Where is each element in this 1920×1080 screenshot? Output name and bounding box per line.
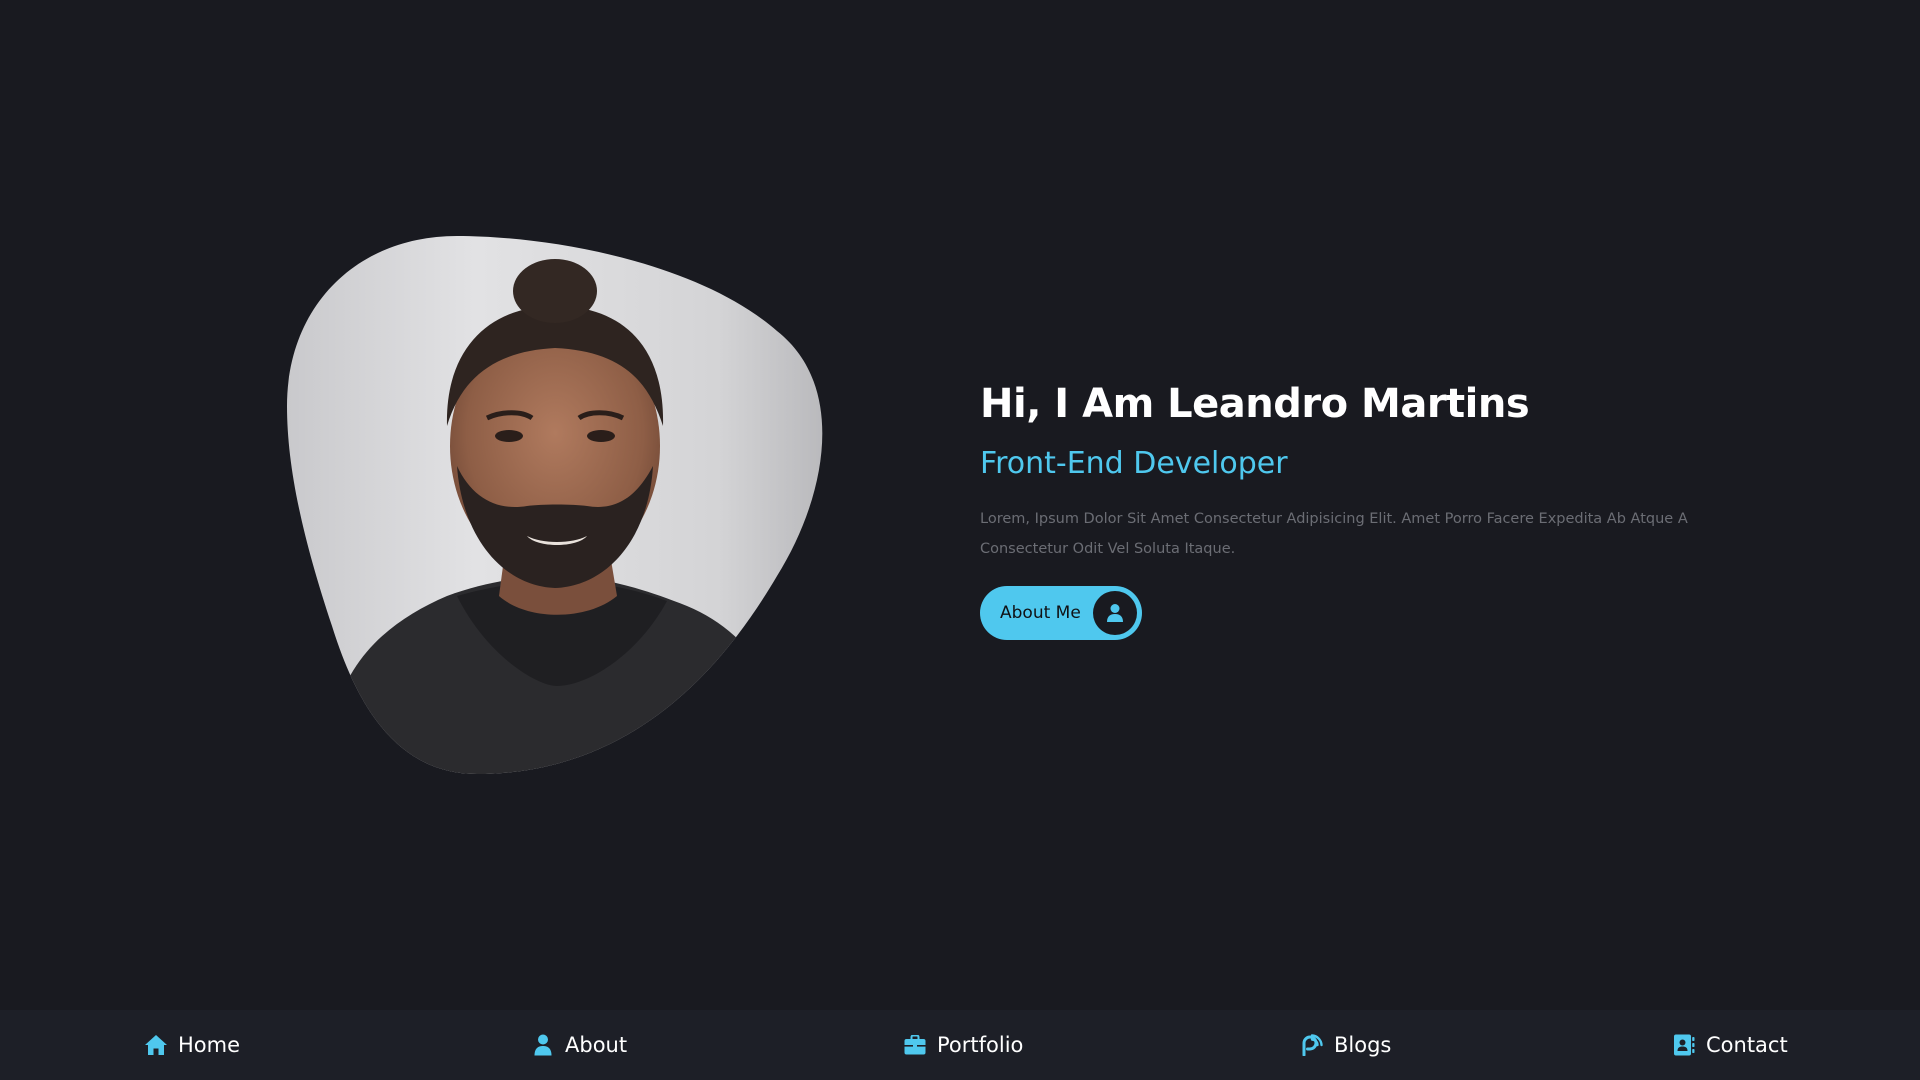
profile-photo: [287, 236, 825, 774]
nav-label: Blogs: [1334, 1033, 1392, 1057]
nav-item-blogs[interactable]: Blogs: [1300, 1010, 1391, 1080]
hero-description: Lorem, Ipsum Dolor Sit Amet Consectetur …: [980, 511, 1688, 557]
hero-role: Front-End Developer: [980, 446, 1288, 481]
nav-label: About: [565, 1033, 628, 1057]
bottom-nav: Home About Portfolio Blogs Contact: [0, 1010, 1920, 1080]
nav-item-contact[interactable]: Contact: [1672, 1010, 1788, 1080]
hero-title: Hi, I Am Leandro Martins: [980, 381, 1530, 427]
page: Hi, I Am Leandro Martins Front-End Devel…: [0, 0, 1920, 1080]
blog-icon: [1300, 1033, 1324, 1057]
home-icon: [144, 1033, 168, 1057]
nav-label: Portfolio: [937, 1033, 1024, 1057]
nav-item-about[interactable]: About: [531, 1010, 627, 1080]
nav-item-portfolio[interactable]: Portfolio: [903, 1010, 1023, 1080]
contact-book-icon: [1672, 1033, 1696, 1057]
nav-item-home[interactable]: Home: [144, 1010, 240, 1080]
hero-section: Hi, I Am Leandro Martins Front-End Devel…: [980, 378, 1720, 640]
user-icon: [531, 1033, 555, 1057]
user-icon: [1092, 591, 1137, 635]
about-me-button[interactable]: About Me: [980, 586, 1142, 640]
nav-label: Home: [178, 1033, 241, 1057]
about-me-button-label: About Me: [1000, 603, 1081, 623]
nav-label: Contact: [1706, 1033, 1788, 1057]
briefcase-icon: [903, 1033, 927, 1057]
